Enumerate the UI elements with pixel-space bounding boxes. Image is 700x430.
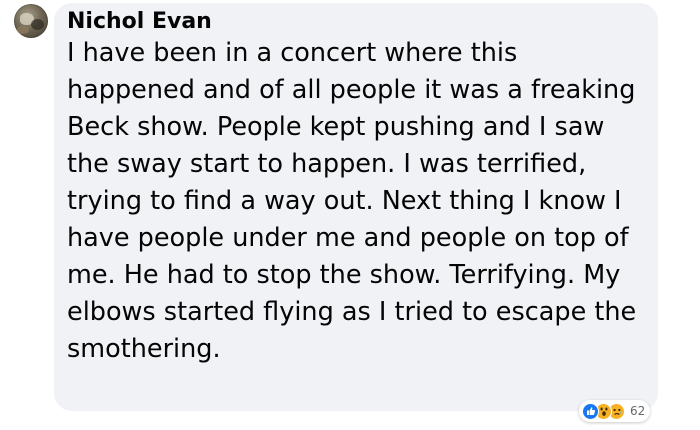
comment-author[interactable]: Nichol Evan — [67, 7, 212, 37]
avatar-detail — [17, 26, 29, 34]
reaction-summary[interactable]: 62 — [579, 400, 651, 422]
comment-text: I have been in a concert where this happ… — [67, 38, 637, 364]
avatar[interactable] — [14, 4, 48, 38]
avatar-detail — [31, 19, 44, 30]
comment-bubble: Nichol Evan I have been in a concert whe… — [54, 3, 658, 411]
reaction-count: 62 — [630, 404, 646, 418]
like-icon — [582, 402, 599, 420]
